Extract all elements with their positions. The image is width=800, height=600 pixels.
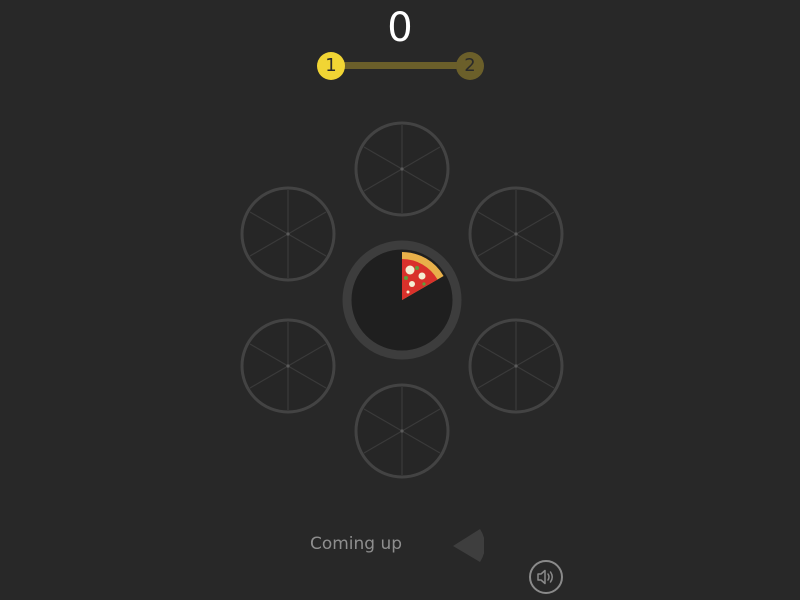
plate-bottom[interactable] xyxy=(354,383,450,479)
game-stage: 0 1 2 Coming up xyxy=(0,0,800,600)
plate-top[interactable] xyxy=(354,121,450,217)
game-board xyxy=(240,121,564,479)
coming-up-label: Coming up xyxy=(309,534,403,554)
plate-upper-left[interactable] xyxy=(240,186,336,282)
plate-lower-right[interactable] xyxy=(468,318,564,414)
center-plate[interactable] xyxy=(342,240,462,360)
plate-lower-left[interactable] xyxy=(240,318,336,414)
speaker-icon xyxy=(537,569,553,585)
sound-toggle-button[interactable] xyxy=(529,560,563,594)
next-slice-preview-icon xyxy=(453,529,484,562)
plate-upper-right[interactable] xyxy=(468,186,564,282)
